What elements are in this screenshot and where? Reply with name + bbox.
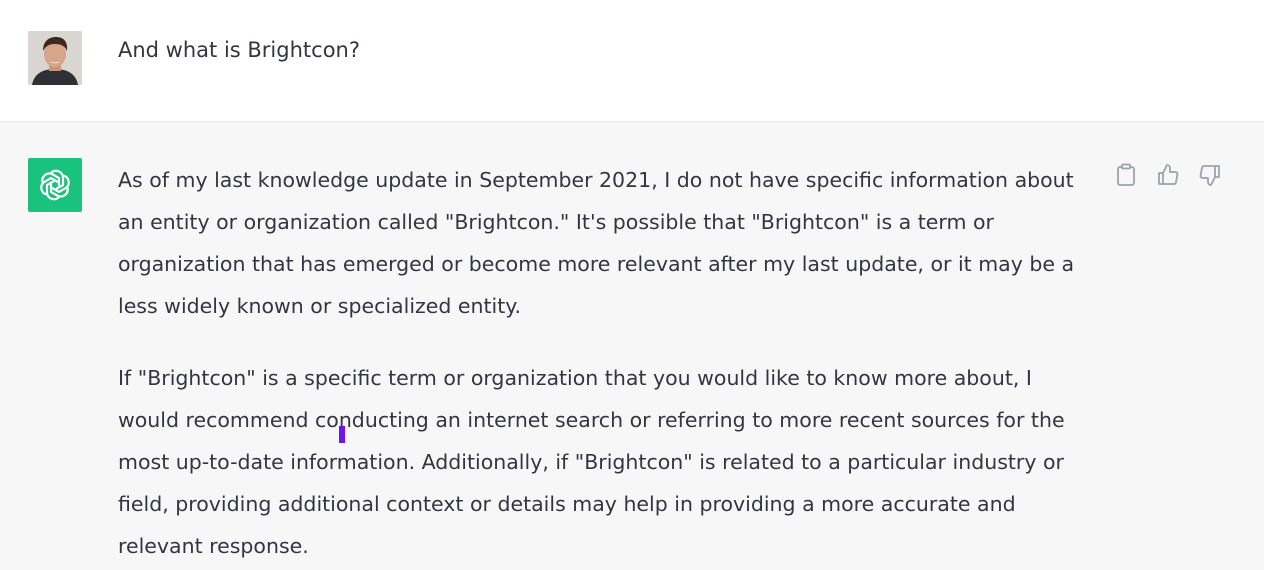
- user-message-text: And what is Brightcon?: [118, 38, 360, 62]
- thumbs-down-button[interactable]: [1198, 162, 1222, 188]
- assistant-message-row: As of my last knowledge update in Septem…: [0, 122, 1264, 570]
- message-actions: [1114, 162, 1222, 188]
- answer-paragraph-1: As of my last knowledge update in Septem…: [118, 168, 1075, 318]
- copy-icon: [1117, 163, 1135, 186]
- text-cursor-caret: [339, 426, 345, 443]
- chatgpt-logo-icon: [28, 158, 82, 212]
- copy-button[interactable]: [1114, 162, 1138, 188]
- thumbs-up-button[interactable]: [1156, 162, 1180, 188]
- answer-paragraph-2: If "Brightcon" is a specific term or org…: [118, 366, 1065, 558]
- thumbs-down-icon: [1199, 165, 1220, 186]
- assistant-message-text: As of my last knowledge update in Septem…: [118, 159, 1098, 567]
- user-message-row: And what is Brightcon?: [0, 0, 1264, 122]
- thumbs-up-icon: [1158, 164, 1179, 185]
- user-avatar: [28, 31, 82, 85]
